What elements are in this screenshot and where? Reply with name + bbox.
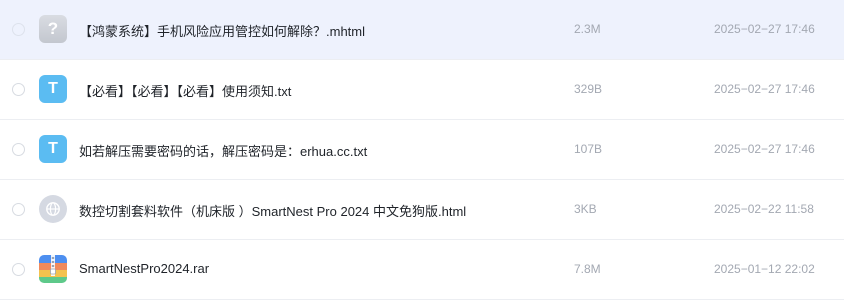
file-name[interactable]: 如若解压需要密码的话，解压密码是：erhua.cc.txt bbox=[79, 141, 367, 160]
file-name[interactable]: SmartNestPro2024.rar bbox=[79, 261, 209, 276]
file-date: 2025−01−12 22:02 bbox=[714, 262, 815, 276]
file-row[interactable]: SmartNestPro2024.rar 7.8M 2025−01−12 22:… bbox=[0, 240, 844, 300]
file-size: 3KB bbox=[574, 202, 597, 216]
row-checkbox[interactable] bbox=[12, 263, 25, 276]
file-row[interactable]: T 如若解压需要密码的话，解压密码是：erhua.cc.txt 107B 202… bbox=[0, 120, 844, 180]
archive-icon bbox=[39, 255, 67, 283]
globe-icon bbox=[39, 195, 67, 223]
row-checkbox[interactable] bbox=[12, 203, 25, 216]
file-list: ? 【鸿蒙系统】手机风险应用管控如何解除？.mhtml 2.3M 2025−02… bbox=[0, 0, 844, 300]
file-name[interactable]: 数控切割套料软件（机床版 ）SmartNest Pro 2024 中文免狗版.h… bbox=[79, 201, 466, 220]
file-row[interactable]: T 【必看】【必看】【必看】使用须知.txt 329B 2025−02−27 1… bbox=[0, 60, 844, 120]
file-date: 2025−02−27 17:46 bbox=[714, 142, 815, 156]
file-name[interactable]: 【必看】【必看】【必看】使用须知.txt bbox=[79, 81, 291, 100]
text-file-icon: T bbox=[39, 135, 67, 163]
row-checkbox[interactable] bbox=[12, 83, 25, 96]
row-checkbox[interactable] bbox=[12, 143, 25, 156]
file-date: 2025−02−22 11:58 bbox=[714, 202, 814, 216]
file-date: 2025−02−27 17:46 bbox=[714, 82, 815, 96]
file-name[interactable]: 【鸿蒙系统】手机风险应用管控如何解除？.mhtml bbox=[79, 21, 365, 40]
file-date: 2025−02−27 17:46 bbox=[714, 22, 815, 36]
file-size: 107B bbox=[574, 142, 603, 156]
unknown-file-icon: ? bbox=[39, 15, 67, 43]
file-size: 7.8M bbox=[574, 262, 601, 276]
file-row[interactable]: ? 【鸿蒙系统】手机风险应用管控如何解除？.mhtml 2.3M 2025−02… bbox=[0, 0, 844, 60]
file-size: 2.3M bbox=[574, 22, 601, 36]
text-file-icon: T bbox=[39, 75, 67, 103]
row-checkbox[interactable] bbox=[12, 23, 25, 36]
file-size: 329B bbox=[574, 82, 603, 96]
file-row[interactable]: 数控切割套料软件（机床版 ）SmartNest Pro 2024 中文免狗版.h… bbox=[0, 180, 844, 240]
